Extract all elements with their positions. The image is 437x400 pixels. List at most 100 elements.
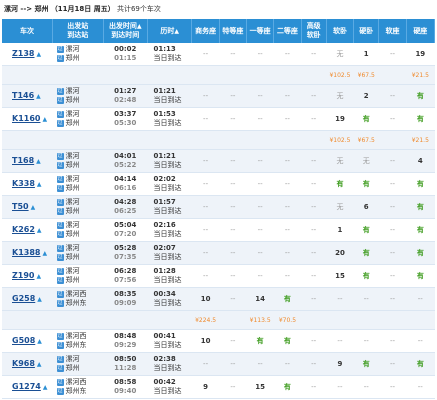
expand-arrow-icon[interactable]: ▲: [31, 204, 36, 211]
seat-availability[interactable]: --: [326, 329, 354, 353]
from-station[interactable]: 漯河: [66, 267, 80, 276]
from-station[interactable]: 漯河: [66, 221, 80, 230]
to-station[interactable]: 郑州: [66, 364, 80, 373]
from-station[interactable]: 漯河: [66, 198, 80, 207]
seat-availability[interactable]: --: [246, 172, 274, 196]
seat-availability[interactable]: --: [219, 375, 247, 399]
seat-availability[interactable]: 20: [326, 241, 354, 265]
seat-availability[interactable]: 无: [353, 149, 379, 173]
from-station[interactable]: 漯河西: [66, 378, 87, 387]
seat-availability[interactable]: --: [378, 264, 407, 288]
seat-availability[interactable]: --: [406, 375, 435, 399]
from-station[interactable]: 漯河西: [66, 290, 87, 299]
seat-availability[interactable]: 10: [191, 287, 220, 311]
col-times-arr[interactable]: 到达时间: [104, 31, 147, 40]
seat-availability[interactable]: 有: [353, 352, 379, 376]
seat-availability[interactable]: --: [191, 172, 220, 196]
expand-arrow-icon[interactable]: ▲: [36, 158, 41, 165]
seat-availability[interactable]: --: [246, 149, 274, 173]
seat-availability[interactable]: --: [301, 287, 327, 311]
seat-availability[interactable]: --: [378, 218, 407, 242]
train-number-link[interactable]: K1388: [12, 248, 40, 257]
expand-arrow-icon[interactable]: ▲: [37, 273, 42, 280]
expand-arrow-icon[interactable]: ▲: [37, 338, 42, 345]
sort-icon[interactable]: ▲: [174, 28, 179, 35]
seat-availability[interactable]: --: [378, 241, 407, 265]
train-number-link[interactable]: K1160: [12, 114, 40, 123]
seat-availability[interactable]: 有: [406, 218, 435, 242]
seat-availability[interactable]: --: [326, 375, 354, 399]
seat-availability[interactable]: --: [246, 195, 274, 219]
seat-availability[interactable]: 无: [326, 43, 354, 66]
seat-availability[interactable]: --: [246, 264, 274, 288]
seat-availability[interactable]: --: [273, 218, 302, 242]
to-station[interactable]: 郑州: [66, 54, 80, 63]
seat-availability[interactable]: --: [301, 84, 327, 108]
to-station[interactable]: 郑州: [66, 276, 80, 285]
expand-arrow-icon[interactable]: ▲: [43, 384, 48, 391]
seat-availability[interactable]: 有: [406, 195, 435, 219]
seat-availability[interactable]: --: [191, 195, 220, 219]
seat-availability[interactable]: --: [191, 149, 220, 173]
col-duration[interactable]: 历时▲: [147, 19, 193, 43]
seat-availability[interactable]: 19: [406, 43, 435, 66]
seat-availability[interactable]: --: [378, 287, 407, 311]
seat-availability[interactable]: --: [219, 43, 247, 66]
to-station[interactable]: 郑州东: [66, 299, 87, 308]
to-station[interactable]: 郑州: [66, 184, 80, 193]
from-station[interactable]: 漯河西: [66, 332, 87, 341]
seat-availability[interactable]: --: [191, 107, 220, 131]
seat-availability[interactable]: --: [378, 43, 407, 66]
to-station[interactable]: 郑州: [66, 230, 80, 239]
from-station[interactable]: 漯河: [66, 175, 80, 184]
seat-availability[interactable]: --: [219, 264, 247, 288]
seat-availability[interactable]: --: [301, 329, 327, 353]
seat-availability[interactable]: 有: [406, 264, 435, 288]
from-station[interactable]: 漯河: [66, 244, 80, 253]
seat-availability[interactable]: --: [378, 149, 407, 173]
seat-availability[interactable]: --: [273, 264, 302, 288]
seat-availability[interactable]: --: [353, 375, 379, 399]
seat-availability[interactable]: --: [246, 352, 274, 376]
seat-availability[interactable]: --: [219, 107, 247, 131]
from-station[interactable]: 漯河: [66, 152, 80, 161]
from-station[interactable]: 漯河: [66, 110, 80, 119]
train-number-link[interactable]: G258: [12, 294, 35, 303]
seat-availability[interactable]: 有: [406, 241, 435, 265]
seat-availability[interactable]: --: [378, 195, 407, 219]
to-station[interactable]: 郑州: [66, 207, 80, 216]
train-number-link[interactable]: K968: [12, 359, 35, 368]
seat-availability[interactable]: --: [273, 241, 302, 265]
seat-availability[interactable]: --: [246, 107, 274, 131]
seat-availability[interactable]: 无: [326, 149, 354, 173]
seat-availability[interactable]: --: [301, 375, 327, 399]
seat-availability[interactable]: 有: [273, 287, 302, 311]
train-number-link[interactable]: T168: [12, 156, 34, 165]
seat-availability[interactable]: 6: [353, 195, 379, 219]
seat-availability[interactable]: --: [191, 264, 220, 288]
seat-availability[interactable]: 有: [353, 218, 379, 242]
seat-availability[interactable]: --: [246, 241, 274, 265]
seat-availability[interactable]: --: [406, 287, 435, 311]
seat-availability[interactable]: --: [301, 195, 327, 219]
sort-up-icon[interactable]: ▲: [137, 23, 142, 30]
seat-availability[interactable]: 有: [273, 329, 302, 353]
seat-availability[interactable]: 有: [406, 84, 435, 108]
seat-availability[interactable]: --: [273, 84, 302, 108]
expand-arrow-icon[interactable]: ▲: [37, 296, 42, 303]
seat-availability[interactable]: 9: [326, 352, 354, 376]
seat-availability[interactable]: --: [378, 375, 407, 399]
seat-availability[interactable]: --: [273, 352, 302, 376]
train-number-link[interactable]: T146: [12, 91, 34, 100]
seat-availability[interactable]: 有: [353, 264, 379, 288]
seat-availability[interactable]: 4: [406, 149, 435, 173]
expand-arrow-icon[interactable]: ▲: [37, 361, 42, 368]
seat-availability[interactable]: 有: [406, 172, 435, 196]
seat-availability[interactable]: --: [219, 218, 247, 242]
to-station[interactable]: 郑州: [66, 96, 80, 105]
seat-availability[interactable]: --: [246, 43, 274, 66]
seat-availability[interactable]: --: [219, 149, 247, 173]
seat-availability[interactable]: 无: [326, 195, 354, 219]
seat-availability[interactable]: 有: [406, 107, 435, 131]
seat-availability[interactable]: --: [406, 329, 435, 353]
